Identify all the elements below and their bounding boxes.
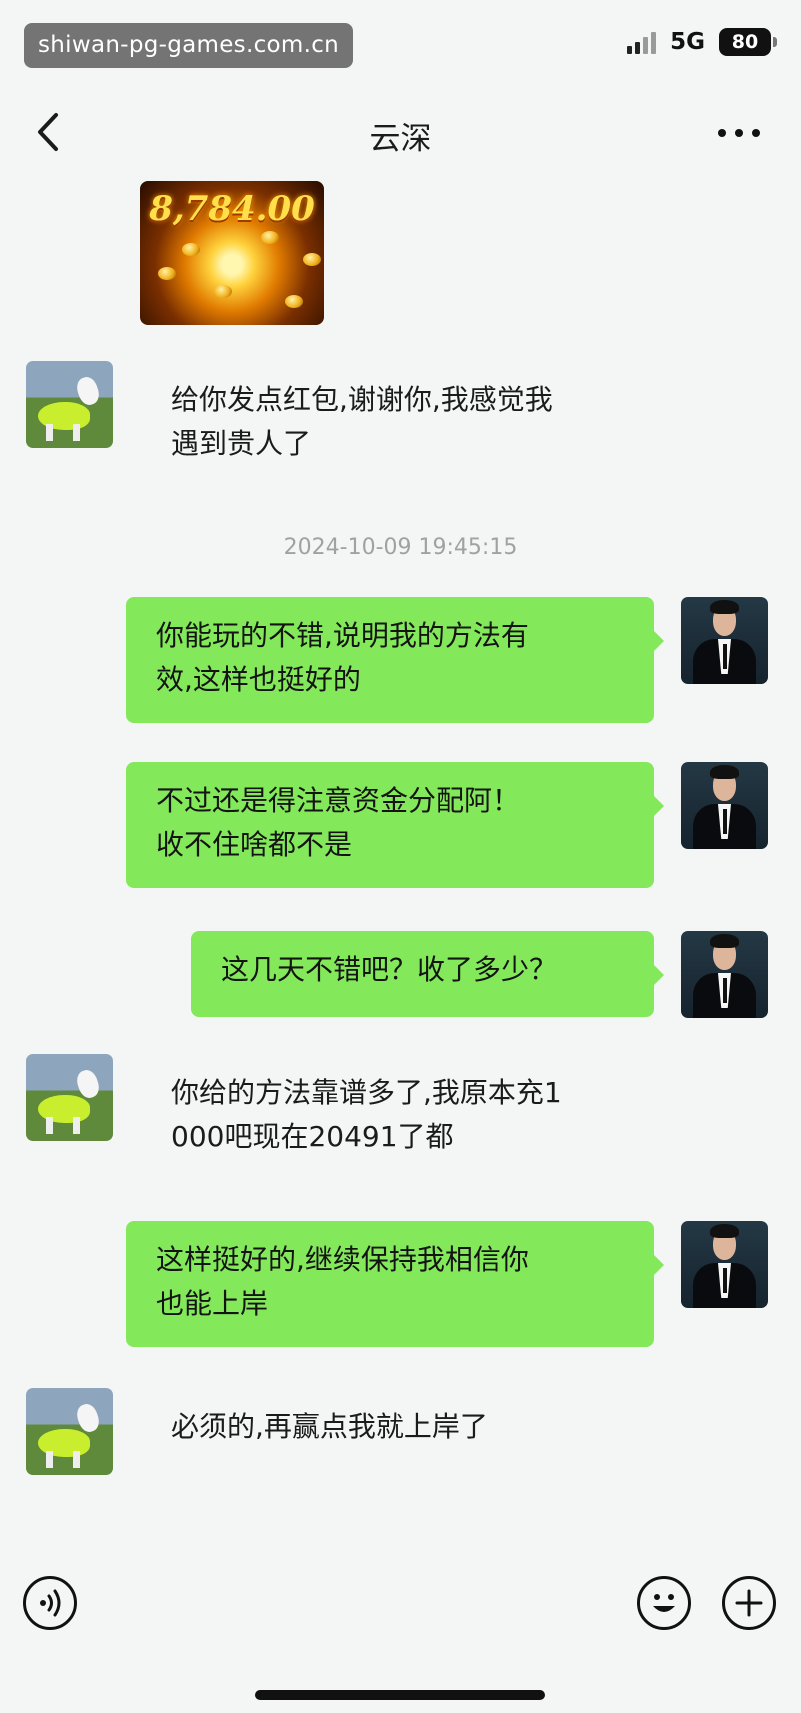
game-win-amount: 8,784.00 <box>149 189 315 229</box>
voice-input-icon <box>40 1589 61 1617</box>
voice-button[interactable] <box>23 1576 77 1630</box>
user-avatar[interactable] <box>681 931 768 1018</box>
plus-icon <box>735 1589 763 1617</box>
message-bubble[interactable]: 给你发点红包,谢谢你,我感觉我 遇到贵人了 <box>141 361 651 461</box>
network-label: 5G <box>670 29 705 55</box>
more-horizontal-icon <box>718 129 760 137</box>
chat-message-list[interactable]: 8,784.00 给你发点红包,谢谢你,我感觉我 遇到贵人了 2024-10-0… <box>0 175 801 1535</box>
message-bubble[interactable]: 这几天不错吧？收了多少？ <box>191 931 664 1017</box>
message-bubble[interactable]: 你给的方法靠谱多了,我原本充1 000吧现在20491了都 <box>141 1054 686 1166</box>
user-avatar[interactable] <box>681 762 768 849</box>
more-button[interactable] <box>713 113 765 153</box>
more-actions-button[interactable] <box>722 1576 776 1630</box>
user-avatar[interactable] <box>681 1221 768 1308</box>
gold-coin-icon <box>261 231 279 244</box>
battery-icon: 80 <box>719 28 777 56</box>
contact-avatar[interactable] <box>26 1054 113 1141</box>
status-bar: shiwan-pg-games.com.cn 5G 80 <box>0 0 801 90</box>
contact-avatar[interactable] <box>26 1388 113 1475</box>
message-bubble[interactable]: 不过还是得注意资金分配阿！ 收不住啥都不是 <box>126 762 664 888</box>
status-icons: 5G 80 <box>627 28 777 56</box>
emoji-icon <box>653 1594 675 1612</box>
message-bubble[interactable]: 必须的,再赢点我就上岸了 <box>141 1388 661 1464</box>
signal-icon <box>627 30 657 54</box>
home-indicator[interactable] <box>255 1690 545 1700</box>
chat-header: 云深 <box>0 95 801 175</box>
gold-coin-icon <box>182 243 200 256</box>
message-bubble[interactable]: 这样挺好的,继续保持我相信你 也能上岸 <box>126 1221 664 1347</box>
gold-coin-icon <box>285 295 303 308</box>
message-bubble[interactable]: 你能玩的不错,说明我的方法有 效,这样也挺好的 <box>126 597 664 723</box>
game-win-image[interactable]: 8,784.00 <box>140 181 324 325</box>
emoji-button[interactable] <box>637 1576 691 1630</box>
gold-coin-icon <box>303 253 321 266</box>
contact-avatar[interactable] <box>26 361 113 448</box>
gold-coin-icon <box>214 285 232 298</box>
chat-title: 云深 <box>369 121 432 157</box>
chat-input-bar <box>0 1565 801 1640</box>
gold-coin-icon <box>158 267 176 280</box>
message-timestamp: 2024-10-09 19:45:15 <box>283 535 518 560</box>
watermark: shiwan-pg-games.com.cn <box>24 23 354 68</box>
user-avatar[interactable] <box>681 597 768 684</box>
